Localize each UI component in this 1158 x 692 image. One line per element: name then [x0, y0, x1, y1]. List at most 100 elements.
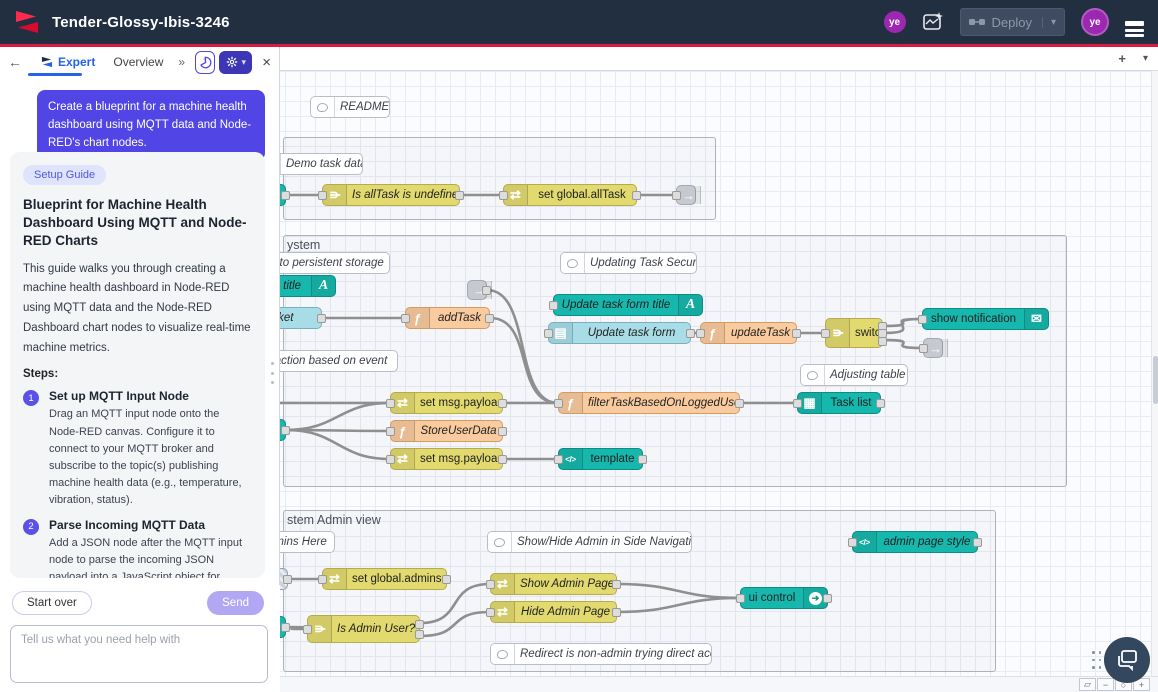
input-port[interactable]: [401, 314, 410, 323]
more-tabs-chevrons[interactable]: »: [178, 55, 185, 69]
comment-redirect-is-non-admin-trying-direct-access[interactable]: Redirect is non-admin trying direct acce…: [490, 643, 712, 665]
node-switch[interactable]: ⋔switch: [825, 318, 883, 348]
ai-assistant-icon[interactable]: [922, 11, 944, 33]
output-port[interactable]: [415, 620, 424, 629]
output-port[interactable]: [878, 337, 887, 346]
fab-drag-handle[interactable]: [1092, 651, 1102, 671]
input-port[interactable]: [736, 594, 745, 603]
deploy-caret[interactable]: ▾: [1042, 17, 1056, 28]
output-port[interactable]: [638, 455, 647, 464]
output-port[interactable]: [442, 575, 451, 584]
comment-readme[interactable]: README: [310, 96, 390, 118]
comment-adjusting-table[interactable]: Adjusting table: [800, 364, 908, 386]
node-updatetask[interactable]: ƒupdateTask: [700, 322, 797, 344]
input-port[interactable]: [318, 575, 327, 584]
node-task-list[interactable]: ▦Task list: [797, 392, 881, 414]
node-set-msg-payload[interactable]: ⇄set msg.payload: [390, 448, 503, 470]
input-port[interactable]: [544, 329, 553, 338]
node-is-admin-user[interactable]: ⋔Is Admin User?: [307, 615, 420, 643]
output-port[interactable]: [498, 455, 507, 464]
close-panel-icon[interactable]: ×: [262, 54, 271, 71]
zoom-out-button[interactable]: −: [1097, 678, 1114, 691]
node-set-msg-payload[interactable]: ⇄set msg.payload: [390, 392, 503, 414]
input-port[interactable]: [848, 538, 857, 547]
user-avatar[interactable]: ye: [1081, 8, 1109, 36]
back-button[interactable]: ←: [8, 54, 22, 70]
wire[interactable]: [617, 598, 740, 612]
wire[interactable]: [883, 340, 923, 348]
input-port[interactable]: [549, 301, 558, 310]
output-port[interactable]: [498, 399, 507, 408]
node-filtertaskbasedonloggeduser[interactable]: ƒfilterTaskBasedOnLoggedUser: [558, 392, 740, 414]
wire[interactable]: [487, 290, 558, 403]
node-link-in-node[interactable]: →: [467, 280, 487, 300]
input-port[interactable]: [318, 191, 327, 200]
output-port[interactable]: [632, 191, 641, 200]
input-port[interactable]: [554, 455, 563, 464]
output-port[interactable]: [455, 191, 464, 200]
start-over-button[interactable]: Start over: [12, 591, 92, 615]
output-port[interactable]: [686, 329, 695, 338]
node-show-notification[interactable]: show notification✉: [922, 308, 1049, 330]
output-port[interactable]: [735, 399, 744, 408]
deploy-button[interactable]: Deploy ▾: [960, 8, 1066, 36]
input-port[interactable]: [554, 399, 563, 408]
node-update-task-form-title[interactable]: Update task form titleA: [553, 294, 703, 316]
tab-overview[interactable]: Overview: [104, 47, 172, 77]
input-port[interactable]: [918, 315, 927, 324]
node-set-global-alltask[interactable]: ⇄set global.allTask: [503, 184, 637, 206]
input-port[interactable]: [386, 399, 395, 408]
input-port[interactable]: [386, 455, 395, 464]
wire[interactable]: [420, 612, 490, 636]
output-port[interactable]: [973, 538, 982, 547]
wire[interactable]: [286, 403, 390, 430]
assistant-avatar[interactable]: ye: [884, 11, 906, 33]
output-port[interactable]: [792, 329, 801, 338]
output-port[interactable]: [482, 286, 491, 295]
input-port[interactable]: [386, 427, 395, 436]
main-menu-icon[interactable]: [1125, 18, 1144, 26]
assistant-response-card[interactable]: Setup Guide Blueprint for Machine Health…: [10, 152, 265, 578]
input-port[interactable]: [919, 344, 928, 353]
panel-resize-grip[interactable]: [271, 362, 276, 384]
node-storeuserdata[interactable]: ƒStoreUserData: [390, 420, 503, 442]
output-port[interactable]: [498, 427, 507, 436]
node-link-out-node[interactable]: →: [923, 338, 943, 358]
output-port[interactable]: [823, 594, 832, 603]
node-template[interactable]: </>template: [558, 448, 643, 470]
node-hide-admin-page[interactable]: ⇄Hide Admin Page: [490, 601, 617, 623]
node-admin-page-style[interactable]: </>admin page style: [852, 531, 978, 553]
minimap-button[interactable]: ▱: [1079, 678, 1096, 691]
settings-dropdown-button[interactable]: ▾: [219, 51, 252, 74]
output-port[interactable]: [485, 314, 494, 323]
output-port[interactable]: [876, 399, 885, 408]
node-set-global-admins[interactable]: ⇄set global.admins: [322, 568, 447, 590]
node-addtask[interactable]: ƒaddTask: [405, 307, 490, 329]
scrollbar-thumb[interactable]: [1153, 356, 1158, 404]
node-link-out-node[interactable]: →: [676, 185, 696, 205]
input-port[interactable]: [821, 329, 830, 338]
output-port[interactable]: [281, 426, 290, 435]
comment-show-hide-admin-in-side-navigation[interactable]: Show/Hide Admin in Side Navigation: [487, 531, 692, 553]
input-port[interactable]: [486, 608, 495, 617]
input-port[interactable]: [696, 329, 705, 338]
input-port[interactable]: [672, 191, 681, 200]
output-port[interactable]: [317, 314, 326, 323]
node-ui-control[interactable]: ui control➔: [740, 587, 828, 609]
comment-updating-task-securely[interactable]: Updating Task Securely: [560, 252, 697, 274]
output-port[interactable]: [612, 608, 621, 617]
output-port[interactable]: [281, 191, 290, 200]
chart-panel-button[interactable]: [195, 51, 215, 74]
flow-list-caret[interactable]: ▾: [1143, 53, 1148, 64]
node-update-task-form[interactable]: ▤Update task form: [548, 322, 691, 344]
wire[interactable]: [617, 584, 740, 598]
canvas-v-scrollbar[interactable]: [1151, 71, 1158, 676]
output-port[interactable]: [283, 575, 292, 584]
flowfuse-logo-icon[interactable]: [14, 9, 40, 35]
send-button[interactable]: Send: [207, 591, 264, 615]
chat-fab-button[interactable]: [1104, 637, 1150, 683]
input-port[interactable]: [486, 580, 495, 589]
input-port[interactable]: [303, 625, 312, 634]
input-port[interactable]: [793, 399, 802, 408]
output-port[interactable]: [281, 623, 290, 632]
